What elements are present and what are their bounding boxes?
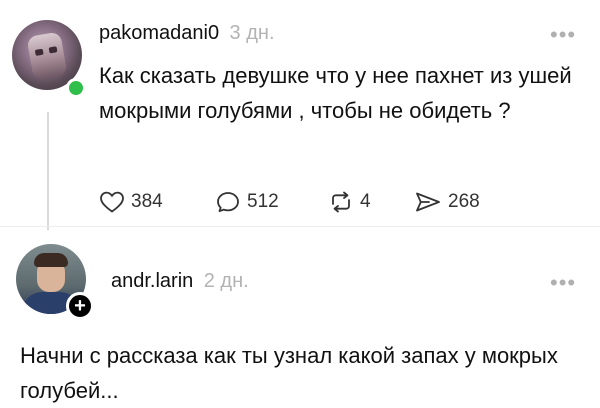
repost-count: 4 [360,191,371,212]
reply-more-options-icon[interactable]: ••• [550,270,576,296]
reply-username[interactable]: andr.larin [111,270,193,292]
post-time: 3 дн. [229,22,275,44]
send-icon [416,192,440,212]
share-count: 268 [448,191,480,212]
post-header: pakomadani0 3 дн. [99,22,275,45]
heart-icon [100,191,124,213]
share-button[interactable]: 268 [414,190,480,214]
reply-text: Начни с рассказа как ты узнал какой запа… [20,343,558,403]
post-username[interactable]: pakomadani0 [99,22,219,44]
avatar-image [26,31,68,81]
reply-time: 2 дн. [203,270,249,292]
like-button[interactable]: 384 [99,190,163,214]
post-text: Как сказать девушке что у нее пахнет из … [99,63,572,123]
comment-count: 512 [247,191,279,212]
reply-header: andr.larin 2 дн. [111,270,249,293]
online-status-dot [66,78,86,98]
like-count: 384 [131,191,163,212]
follow-plus-icon[interactable]: + [66,292,94,320]
more-options-icon[interactable]: ••• [550,22,576,48]
post-divider [0,226,600,227]
repost-icon [332,191,350,213]
comment-button[interactable]: 512 [215,190,279,214]
repost-button[interactable]: 4 [328,190,371,214]
comment-icon [217,192,239,213]
thread-line [47,112,49,230]
